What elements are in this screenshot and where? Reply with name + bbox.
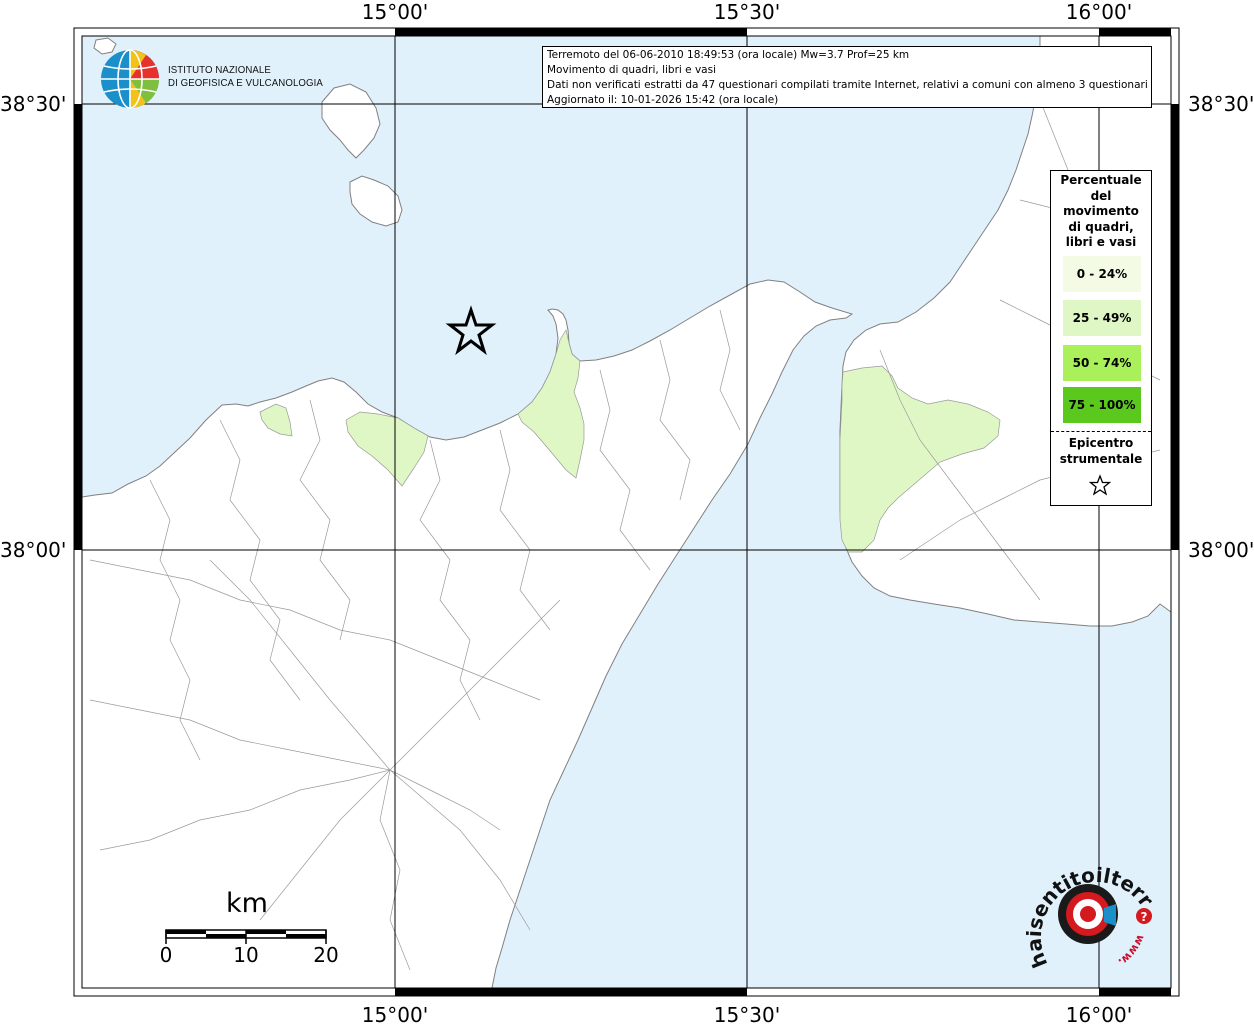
legend-title-line: del <box>1090 188 1112 203</box>
legend-title-line: movimento <box>1063 204 1139 218</box>
scale-label-10: 10 <box>233 943 259 967</box>
legend-class-75-100: 75 - 100% <box>1063 387 1141 423</box>
lon-label-top-15-00: 15°00' <box>361 0 429 24</box>
hst-logo-icon[interactable]: haisentitoilterremoto.it www. ? <box>1026 864 1156 976</box>
lon-label-bottom-15-00: 15°00' <box>361 1003 429 1027</box>
update-timestamp: Aggiornato il: 10-01-2026 15:42 (ora loc… <box>547 94 779 106</box>
legend-class-50-74: 50 - 74% <box>1063 345 1141 381</box>
lat-label-left-38-30: 38°30' <box>0 92 67 116</box>
legend: Percentuale del movimento di quadri, lib… <box>1050 170 1152 506</box>
event-info-box: Terremoto del 06-06-2010 18:49:53 (ora l… <box>542 46 1152 108</box>
ingv-logo-text: ISTITUTO NAZIONALE DI GEOFISICA E VULCAN… <box>168 64 323 90</box>
map-frame: 15°00' 15°30' 16°00' 15°00' 15°30' 16°00… <box>0 0 1254 1027</box>
ingv-name-line2: DI GEOFISICA E VULCANOLOGIA <box>168 77 323 89</box>
scale-label-20: 20 <box>313 943 339 967</box>
hst-logo-question: ? <box>1141 910 1148 924</box>
lon-label-top-15-30: 15°30' <box>713 0 781 24</box>
legend-title-line: Percentuale <box>1060 173 1142 187</box>
legend-star-icon <box>1089 474 1111 496</box>
lat-label-left-38-00: 38°00' <box>0 538 67 562</box>
legend-title: Percentuale del movimento di quadri, lib… <box>1051 173 1151 251</box>
legend-title-line: libri e vasi <box>1065 235 1137 249</box>
lon-label-bottom-16-00: 16°00' <box>1065 1003 1133 1027</box>
data-note: Dati non verificati estratti da 47 quest… <box>547 79 1147 91</box>
legend-epicenter-line: strumentale <box>1059 451 1143 466</box>
lat-label-right-38-00: 38°00' <box>1188 538 1254 562</box>
scale-unit: km <box>226 888 268 919</box>
svg-text:www.: www. <box>1116 933 1148 969</box>
ingv-name-line1: ISTITUTO NAZIONALE <box>168 64 271 76</box>
lat-label-right-38-30: 38°30' <box>1188 92 1254 116</box>
legend-class-25-49: 25 - 49% <box>1063 300 1141 336</box>
scale-label-0: 0 <box>159 943 173 967</box>
effect-type: Movimento di quadri, libri e vasi <box>547 64 716 76</box>
legend-class-0-24: 0 - 24% <box>1063 256 1141 292</box>
event-title: Terremoto del 06-06-2010 18:49:53 (ora l… <box>547 49 910 61</box>
legend-divider <box>1051 431 1151 432</box>
legend-epicenter-label: Epicentro strumentale <box>1051 436 1151 467</box>
legend-epicenter-line: Epicentro <box>1068 436 1134 450</box>
lon-label-bottom-15-30: 15°30' <box>713 1003 781 1027</box>
lon-label-top-16-00: 16°00' <box>1065 0 1133 24</box>
legend-title-line: di quadri, <box>1068 219 1134 234</box>
hst-logo-www: www. <box>1116 933 1148 969</box>
ingv-globe-logo-icon <box>101 49 159 109</box>
